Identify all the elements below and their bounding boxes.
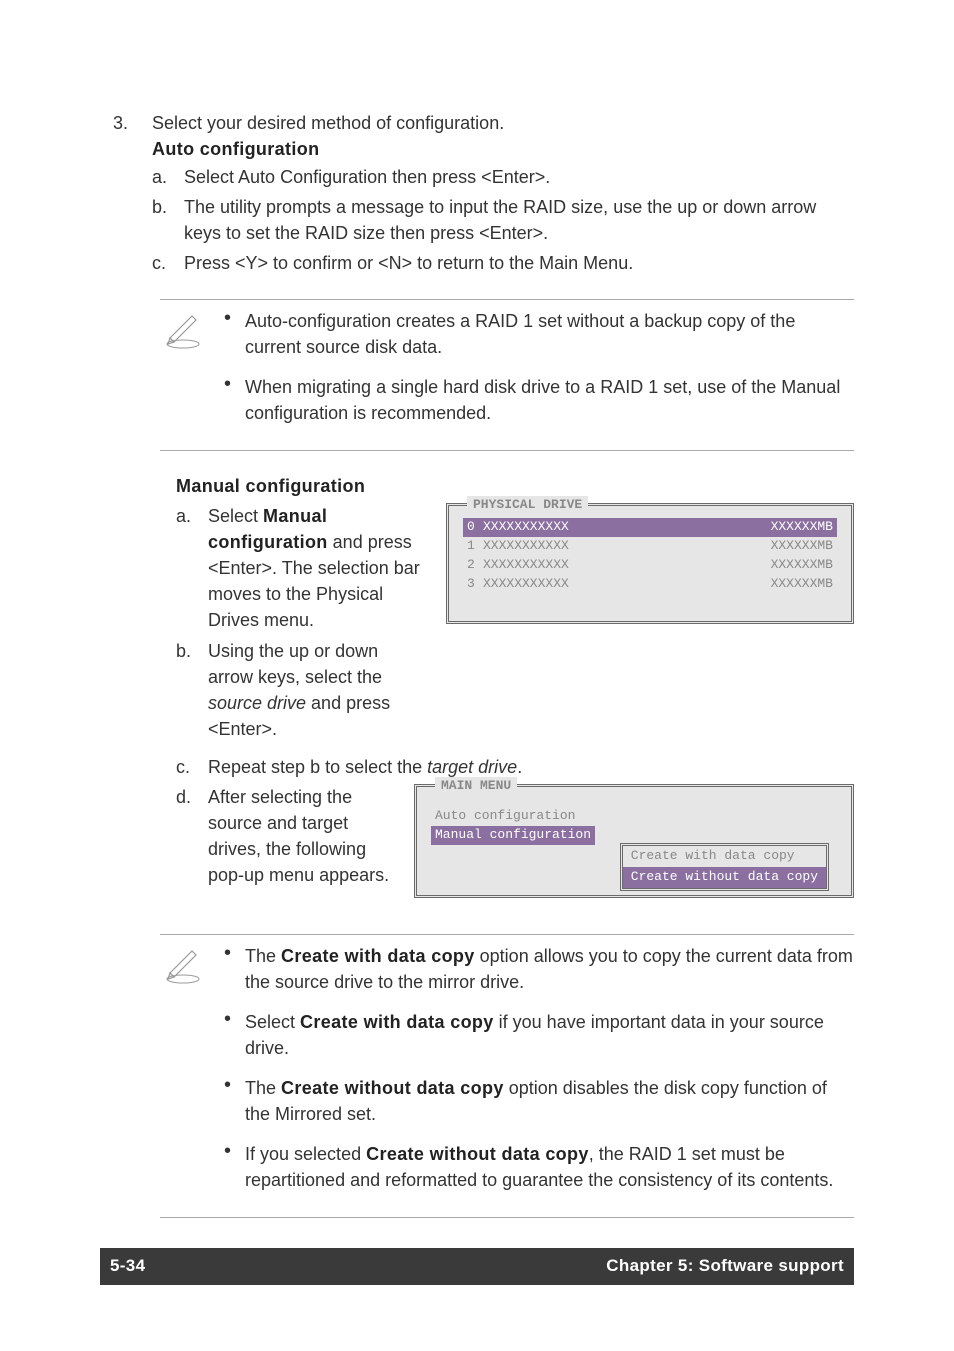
physical-drive-panel: PHYSICAL DRIVE 0 XXXXXXXXXXX XXXXXXMB 1 … (446, 503, 854, 624)
note-bullet: Select Create with data copy if you have… (224, 1009, 854, 1061)
drive-index: 2 (467, 556, 483, 575)
auto-step-c: c. Press <Y> to confirm or <N> to return… (152, 250, 854, 276)
text-fragment: Select (245, 1012, 300, 1032)
auto-step-b: b. The utility prompts a message to inpu… (152, 194, 854, 246)
text-italic: target drive (427, 757, 517, 777)
text-bold: Create without data copy (281, 1078, 504, 1098)
drive-name: XXXXXXXXXXX (483, 556, 743, 575)
divider (160, 450, 854, 451)
text-fragment: The (245, 1078, 281, 1098)
panel-legend: MAIN MENU (435, 777, 517, 796)
sub-text: Using the up or down arrow keys, select … (208, 638, 426, 742)
text-fragment: The (245, 946, 281, 966)
note-bullet: When migrating a single hard disk drive … (224, 374, 854, 426)
drive-index: 0 (467, 518, 483, 537)
drive-name: XXXXXXXXXXX (483, 575, 743, 594)
drive-index: 3 (467, 575, 483, 594)
sub-text: Select Manual configuration and press <E… (208, 503, 426, 633)
note-bullet: If you selected Create without data copy… (224, 1141, 854, 1193)
main-menu-panel: MAIN MENU Auto configuration Manual conf… (414, 784, 854, 898)
sub-text: Repeat step b to select the target drive… (208, 754, 854, 780)
sub-letter: b. (176, 638, 198, 742)
sub-letter: c. (176, 754, 198, 780)
text-fragment: . (517, 757, 522, 777)
page-footer: 5-34 Chapter 5: Software support (100, 1248, 854, 1285)
drive-row-selected[interactable]: 0 XXXXXXXXXXX XXXXXXMB (463, 518, 837, 537)
menu-item-manual-selected[interactable]: Manual configuration (431, 826, 595, 845)
note-icon (160, 308, 208, 440)
drive-size: XXXXXXMB (743, 518, 833, 537)
chapter-title: Chapter 5: Software support (606, 1254, 844, 1279)
step-3: 3. Select your desired method of configu… (100, 110, 854, 281)
manual-config-section: Manual configuration a. Select Manual co… (176, 473, 854, 898)
drive-size: XXXXXXMB (743, 575, 833, 594)
note-text: Select Create with data copy if you have… (245, 1009, 854, 1061)
menu-item-auto[interactable]: Auto configuration (431, 807, 837, 826)
note-bullet: Auto-configuration creates a RAID 1 set … (224, 308, 854, 360)
text-fragment: Using the up or down arrow keys, select … (208, 641, 382, 687)
sub-letter: c. (152, 250, 174, 276)
note-bullet: The Create with data copy option allows … (224, 943, 854, 995)
popup-item-without-copy-selected[interactable]: Create without data copy (623, 867, 826, 888)
note-text: The Create without data copy option disa… (245, 1075, 854, 1127)
drive-row[interactable]: 3 XXXXXXXXXXX XXXXXXMB (463, 575, 837, 594)
auto-config-sublist: a. Select Auto Configuration then press … (152, 164, 854, 276)
note-block-1: Auto-configuration creates a RAID 1 set … (160, 299, 854, 451)
step-number: 3. (100, 110, 128, 281)
sub-letter: a. (152, 164, 174, 190)
note-text: When migrating a single hard disk drive … (245, 374, 854, 426)
page-number: 5-34 (110, 1254, 145, 1279)
note-icon (160, 943, 208, 1208)
note-text: If you selected Create without data copy… (245, 1141, 854, 1193)
text-fragment: Select (208, 506, 263, 526)
text-bold: Create with data copy (300, 1012, 494, 1032)
drive-size: XXXXXXMB (743, 556, 833, 575)
drive-row[interactable]: 2 XXXXXXXXXXX XXXXXXMB (463, 556, 837, 575)
sub-text: The utility prompts a message to input t… (184, 194, 854, 246)
note-bullet: The Create without data copy option disa… (224, 1075, 854, 1127)
note-text: Auto-configuration creates a RAID 1 set … (245, 308, 854, 360)
sub-text: Select Auto Configuration then press <En… (184, 164, 854, 190)
popup-menu: Create with data copy Create without dat… (620, 843, 829, 891)
step-body: Select your desired method of configurat… (152, 110, 854, 281)
drive-size: XXXXXXMB (743, 537, 833, 556)
manual-step-a: a. Select Manual configuration and press… (176, 503, 426, 633)
sub-letter: a. (176, 503, 198, 633)
manual-step-d: d. After selecting the source and target… (176, 784, 400, 888)
text-fragment: If you selected (245, 1144, 366, 1164)
text-italic: source drive (208, 693, 306, 713)
note-text: The Create with data copy option allows … (245, 943, 854, 995)
popup-item-with-copy[interactable]: Create with data copy (623, 846, 826, 867)
drive-name: XXXXXXXXXXX (483, 518, 743, 537)
sub-letter: d. (176, 784, 198, 888)
note-block-2: The Create with data copy option allows … (160, 934, 854, 1219)
sub-text: After selecting the source and target dr… (208, 784, 400, 888)
auto-step-a: a. Select Auto Configuration then press … (152, 164, 854, 190)
text-bold: Create with data copy (281, 946, 475, 966)
drive-index: 1 (467, 537, 483, 556)
drive-row[interactable]: 1 XXXXXXXXXXX XXXXXXMB (463, 537, 837, 556)
drive-name: XXXXXXXXXXX (483, 537, 743, 556)
divider (160, 1217, 854, 1218)
text-bold: Create without data copy (366, 1144, 589, 1164)
step-intro-text: Select your desired method of configurat… (152, 110, 854, 136)
text-fragment: Repeat step b to select the (208, 757, 427, 777)
manual-step-b: b. Using the up or down arrow keys, sele… (176, 638, 426, 742)
sub-text: Press <Y> to confirm or <N> to return to… (184, 250, 854, 276)
panel-legend: PHYSICAL DRIVE (467, 496, 588, 515)
sub-letter: b. (152, 194, 174, 246)
auto-config-heading: Auto configuration (152, 136, 854, 162)
